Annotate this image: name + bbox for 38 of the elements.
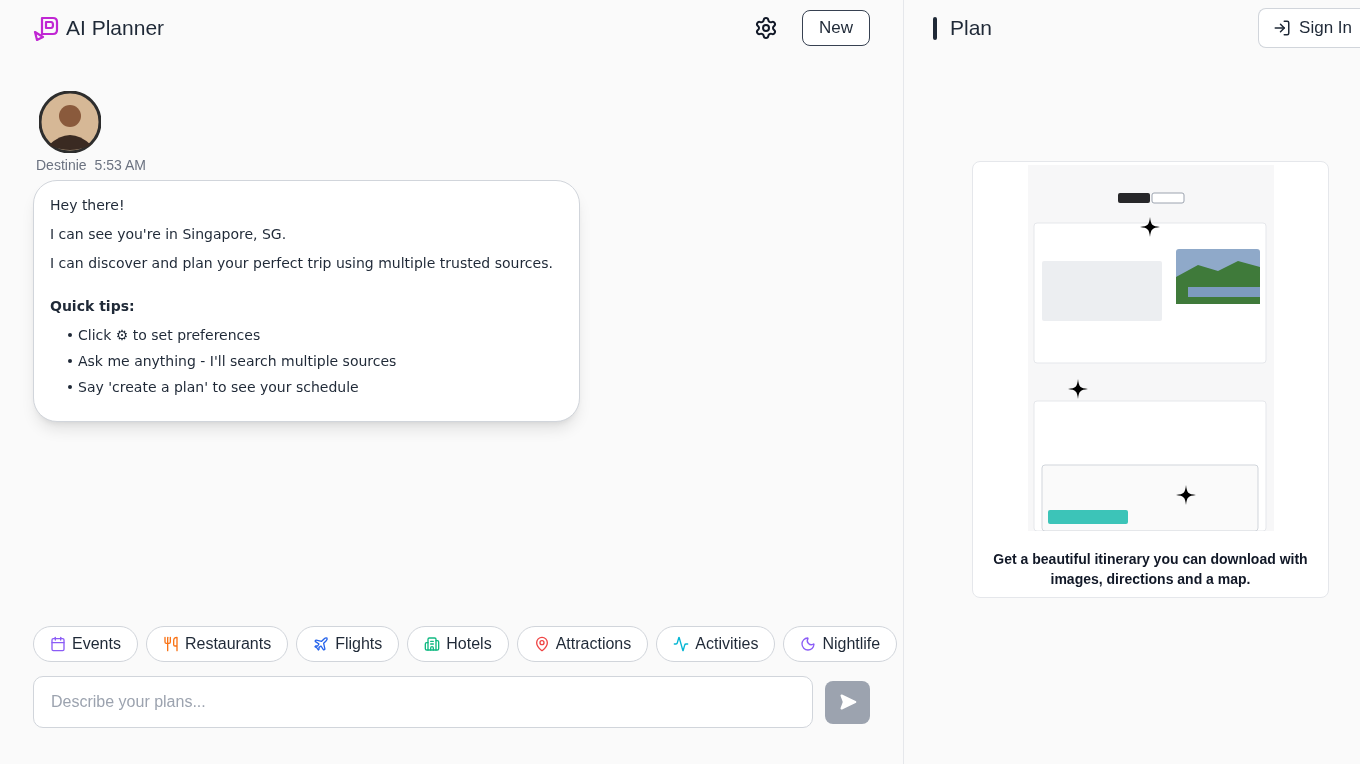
plan-title: Plan [950,15,993,42]
message-text: I can see you're in Singapore, SG. [50,225,288,244]
plane-icon [313,636,330,652]
sign-in-button[interactable]: Sign In [1258,8,1360,48]
sign-in-icon [1273,19,1292,37]
category-chip[interactable]: Attractions [516,626,649,662]
title-bar-icon [933,16,937,40]
send-icon [838,693,857,711]
logo-icon [33,15,59,41]
bullet-icon [68,359,72,363]
building-icon [424,636,441,652]
app-title: AI Planner [66,15,165,42]
category-chip[interactable]: Restaurants [145,626,289,662]
moon-icon [800,636,817,652]
tip-text: Click ⚙ to set preferences [78,326,261,345]
preview-caption: Get a beautiful itinerary you can download with images, directions and a map. [992,550,1309,589]
utensils-icon [162,636,179,652]
message-time: 5:53 AM [94,156,146,175]
tip-text: Ask me anything - I'll search multiple sources [78,352,397,371]
tips-heading: Quick tips: [50,297,136,316]
bullet-icon [68,333,72,337]
author-name: Destinie [36,156,87,175]
category-chip[interactable]: Hotels [407,626,509,662]
message-text: I can discover and plan your perfect trip using multiple trusted sources. [50,254,554,273]
new-button[interactable]: New [802,10,870,46]
category-chip[interactable]: Flights [296,626,400,662]
settings-icon[interactable] [754,16,778,40]
category-chip[interactable]: Events [33,626,138,662]
message-text: Hey there! [50,196,126,215]
bullet-icon [68,385,72,389]
category-chip[interactable]: Activities [656,626,776,662]
map-pin-icon [533,636,550,652]
user-avatar [39,91,101,153]
pulse-icon [673,636,690,652]
tip-text: Say 'create a plan' to see your schedule [78,378,359,397]
category-chip[interactable]: Nightlife [783,626,898,662]
calendar-icon [50,636,66,652]
message-input[interactable]: Describe your plans... [33,676,813,728]
